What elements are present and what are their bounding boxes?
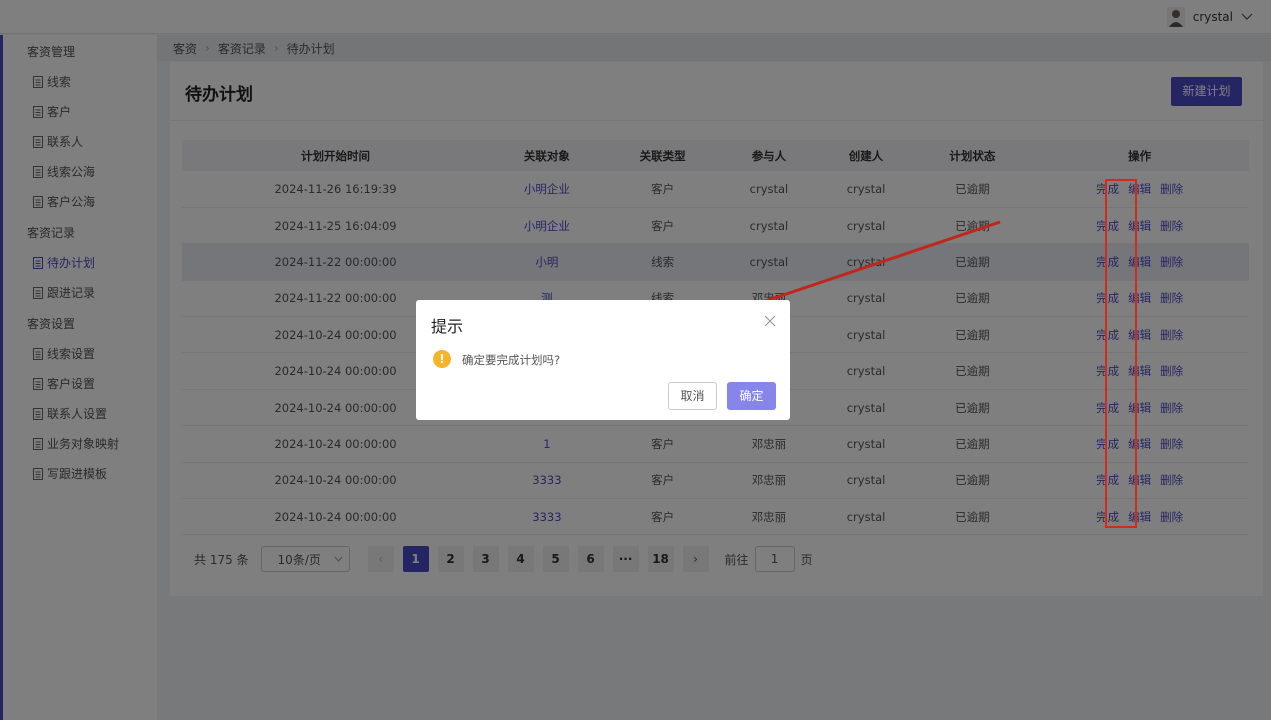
dialog-message: 确定要完成计划吗? bbox=[462, 353, 561, 367]
dialog-title: 提示 bbox=[431, 317, 464, 336]
close-icon[interactable] bbox=[764, 315, 776, 327]
annotation-highlight-box bbox=[1105, 179, 1137, 528]
warning-icon: ! bbox=[433, 350, 451, 368]
cancel-button[interactable]: 取消 bbox=[668, 382, 717, 410]
confirm-button[interactable]: 确定 bbox=[727, 382, 776, 410]
confirm-dialog: 提示 ! 确定要完成计划吗? 取消 确定 bbox=[416, 300, 790, 420]
